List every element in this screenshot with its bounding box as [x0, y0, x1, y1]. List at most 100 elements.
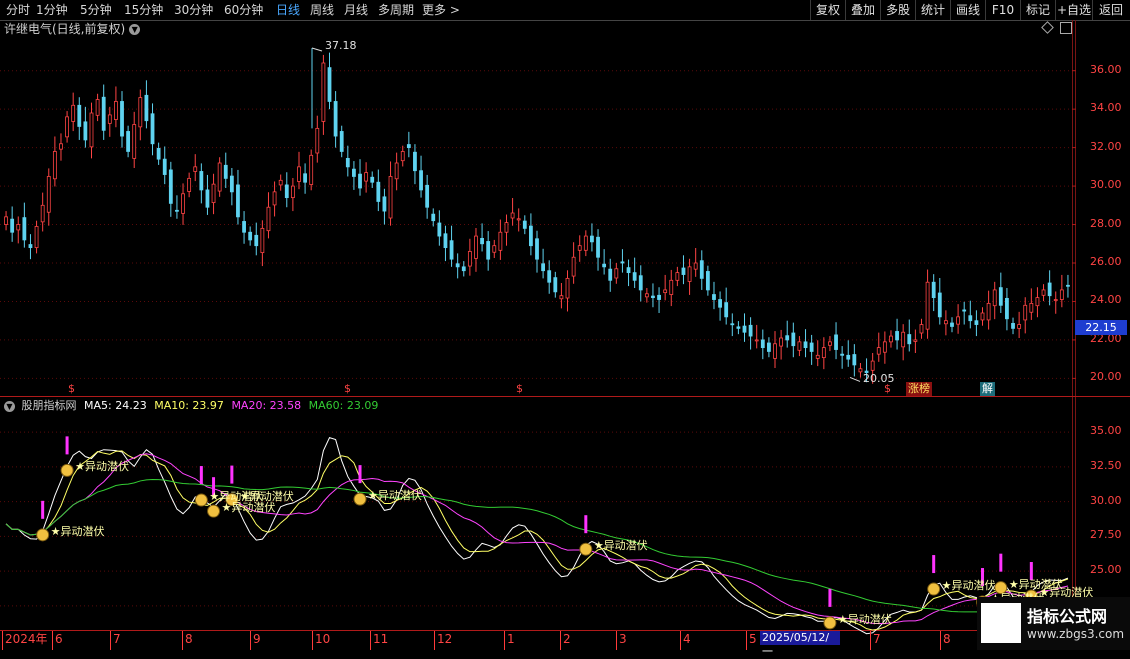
ma10-value: MA10: 23.97 — [154, 399, 224, 412]
candle-body — [608, 268, 613, 281]
candle-body — [889, 335, 893, 343]
candle-body — [144, 94, 149, 122]
candle-body — [4, 216, 8, 225]
candle-body — [968, 315, 973, 322]
candle-body — [541, 263, 546, 272]
date-tick: 6 — [52, 631, 63, 650]
watermark-logo: 指标公式网 www.zbgs3.com — [977, 597, 1130, 650]
candle-body — [229, 175, 234, 193]
cursor-date-label: 2025/05/12/一 — [760, 631, 840, 658]
candle-body — [858, 368, 863, 373]
candle-body — [791, 332, 796, 347]
indicator-tick: 35.00 — [1090, 424, 1122, 438]
date-tick: 9 — [250, 631, 261, 650]
candle-body — [657, 294, 661, 300]
candle-body — [260, 227, 265, 254]
candle-body — [290, 185, 295, 199]
candle-body — [352, 168, 356, 177]
candle-body — [907, 334, 912, 345]
dollar-marker[interactable]: $ — [66, 382, 77, 396]
candle-body — [498, 231, 503, 251]
date-tick: 11 — [370, 631, 388, 650]
money-bag-icon — [207, 504, 221, 518]
candle-body — [46, 176, 51, 213]
candle-body — [480, 237, 484, 245]
price-tick: 20.00 — [1090, 370, 1122, 384]
price-tick: 32.00 — [1090, 139, 1122, 153]
signal-label: ★异动潜伏 — [593, 539, 648, 553]
candle-body — [71, 104, 76, 122]
high-price-label: 37.18 — [325, 39, 357, 52]
candle-body — [565, 277, 570, 299]
candle-body — [467, 251, 472, 267]
candle-body — [315, 127, 320, 154]
candle-body — [443, 233, 448, 249]
candle-body — [83, 121, 88, 141]
candle-body — [419, 170, 423, 191]
candle-body — [492, 245, 497, 253]
candle-body — [779, 337, 784, 347]
candle-body — [913, 339, 918, 342]
dollar-marker[interactable]: $ — [882, 382, 893, 396]
candle-body — [638, 275, 643, 291]
candle-body — [559, 295, 564, 300]
candle-body — [644, 293, 649, 298]
candle-body — [730, 323, 735, 326]
candle-body — [840, 353, 845, 356]
indicator-name: 股朋指标网 — [21, 399, 77, 412]
candle-body — [1047, 282, 1052, 297]
candle-body — [1059, 289, 1064, 300]
money-bag-icon — [353, 492, 367, 506]
candle-body — [52, 151, 57, 180]
candle-body — [339, 131, 344, 152]
candle-body — [486, 241, 491, 260]
candle-body — [321, 62, 326, 122]
current-price-box: 22.15 — [1075, 320, 1127, 335]
candle-body — [760, 339, 765, 349]
candle-body — [175, 209, 179, 212]
dollar-marker[interactable]: $ — [514, 382, 525, 396]
date-tick: 2024年 — [2, 631, 48, 650]
candle-body — [803, 341, 808, 349]
candle-body — [236, 184, 240, 218]
signal-bar — [584, 515, 588, 534]
ma20-line — [5, 453, 1069, 625]
indicator-tick: 30.00 — [1090, 493, 1122, 507]
candle-body — [1041, 289, 1046, 296]
candle-body — [205, 189, 210, 208]
candle-body — [815, 354, 820, 359]
candle-body — [516, 218, 521, 221]
candle-body — [132, 124, 137, 159]
limit-up-tag[interactable]: 涨榜 — [906, 382, 932, 396]
candle-body — [846, 354, 851, 360]
candle-body — [767, 342, 771, 352]
signal-label: ★异动潜伏 — [837, 612, 892, 626]
candle-body — [626, 267, 631, 274]
unlock-tag[interactable]: 解 — [980, 382, 995, 396]
peak-pointer — [311, 47, 323, 52]
candle-body — [150, 113, 155, 145]
chevron-down-icon[interactable]: ▼ — [4, 400, 15, 412]
candle-body — [34, 226, 39, 249]
candle-body — [120, 101, 124, 137]
candle-body — [583, 235, 588, 251]
candle-body — [266, 206, 271, 232]
kline-chart[interactable] — [0, 0, 1130, 650]
dollar-marker[interactable]: $ — [342, 382, 353, 396]
candle-body — [693, 262, 698, 270]
candle-body — [345, 157, 350, 168]
candle-body — [821, 347, 826, 359]
candle-body — [590, 235, 594, 243]
candle-body — [394, 162, 399, 180]
candle-body — [797, 341, 802, 351]
candle-body — [193, 166, 198, 172]
candle-body — [199, 171, 204, 191]
candle-body — [89, 112, 94, 148]
date-tick: 4 — [680, 631, 691, 650]
candle-body — [602, 263, 607, 268]
low-pointer — [849, 376, 861, 382]
candle-body — [962, 309, 967, 312]
candle-body — [400, 151, 405, 162]
candle-body — [162, 158, 167, 175]
price-tick: 36.00 — [1090, 62, 1122, 76]
